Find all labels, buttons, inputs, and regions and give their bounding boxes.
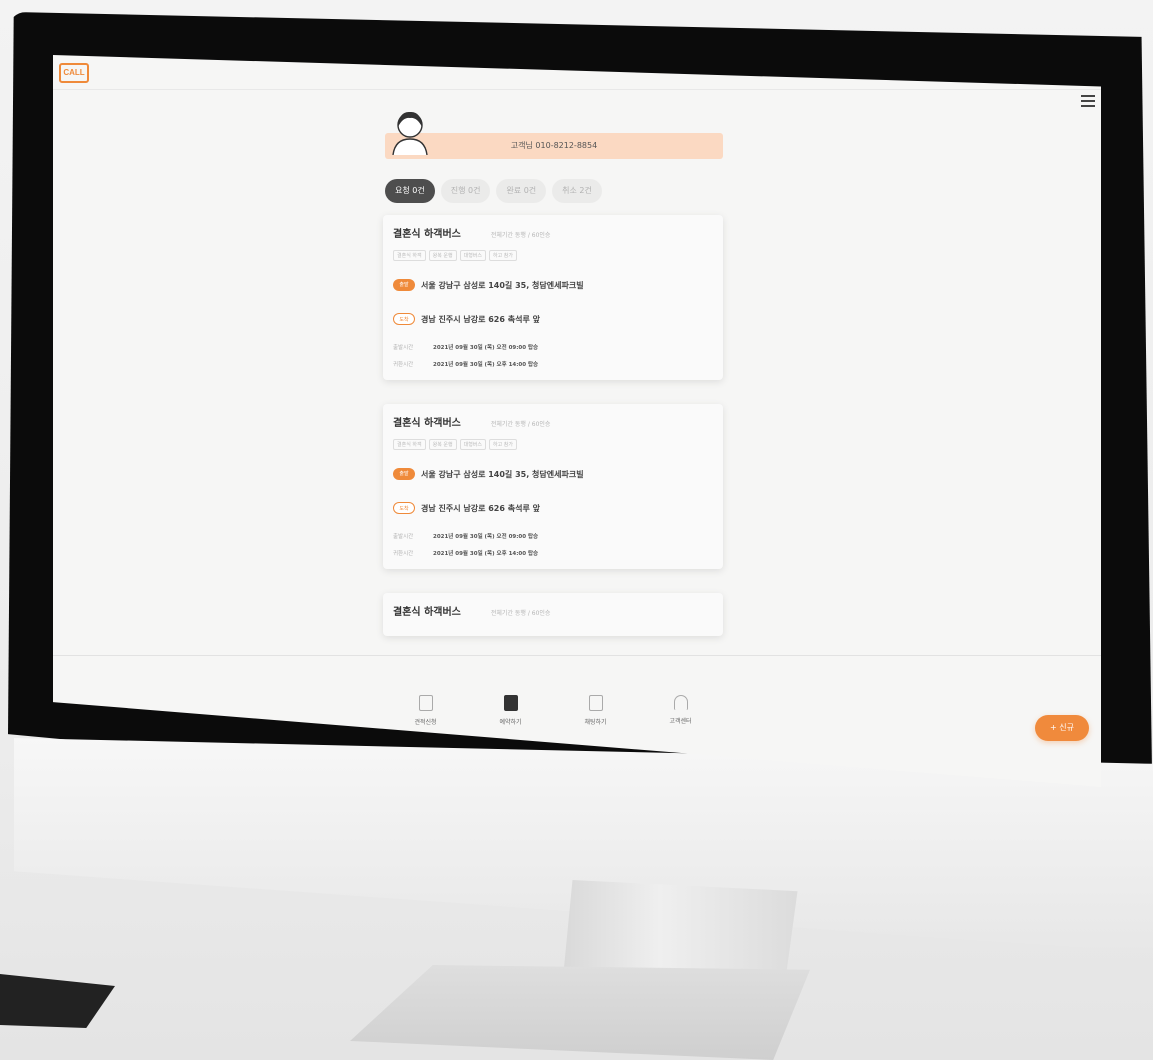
status-tabs: 요청 0건 진행 0건 완료 0건 취소 2건 <box>385 179 728 203</box>
app-screen: CALL 고객님 010-8212-8854 요청 0건 진행 0건 완료 0건… <box>53 55 1101 787</box>
keyboard <box>0 974 115 1028</box>
time-value: 2021년 09월 30일 (목) 오후 14:00 탑승 <box>433 551 539 557</box>
nav-quote[interactable]: 견적신청 <box>391 695 461 726</box>
monitor-stand-base <box>350 965 810 1060</box>
document-icon <box>418 695 433 711</box>
card-tags: 결혼식 하객 왕복 운행 대형버스 하고 참가 <box>393 439 713 450</box>
nav-chat[interactable]: 채팅하기 <box>561 695 631 726</box>
departure-badge: 출발 <box>393 468 415 480</box>
time-value: 2021년 09월 30일 (목) 오전 09:00 탑승 <box>433 345 539 351</box>
chat-icon <box>588 695 603 711</box>
card-subtitle: 전체기간 동행 / 60인승 <box>490 610 551 617</box>
bottom-nav-divider <box>53 655 1101 656</box>
tag: 왕복 운행 <box>428 439 457 450</box>
card-subtitle: 전체기간 동행 / 60인승 <box>490 421 551 428</box>
tag: 하고 참가 <box>489 250 517 261</box>
time-value: 2021년 09월 30일 (목) 오전 09:00 탑승 <box>433 534 539 540</box>
tag: 대형버스 <box>459 250 486 261</box>
time-label: 귀환시간 <box>393 362 414 368</box>
arrival-address: 경남 진주시 남강로 626 촉석루 앞 <box>421 503 540 513</box>
arrival-badge: 도착 <box>393 502 415 514</box>
tab-completed[interactable]: 완료 0건 <box>496 179 547 203</box>
tab-cancelled[interactable]: 취소 2건 <box>552 179 602 203</box>
departure-address: 서울 강남구 삼성로 140길 35, 청담엔세파크빌 <box>421 280 584 290</box>
bottom-nav: 견적신청 예약하기 채팅하기 고객센터 <box>383 695 723 726</box>
card-title: 결혼식 하객버스 <box>393 229 461 240</box>
tag: 결혼식 하객 <box>393 439 426 450</box>
book-icon <box>503 695 518 711</box>
nav-booking[interactable]: 예약하기 <box>476 695 546 726</box>
card-subtitle: 전체기간 동행 / 60인승 <box>490 232 551 239</box>
arrival-address: 경남 진주시 남강로 626 촉석루 앞 <box>421 314 540 324</box>
time-label: 귀환시간 <box>393 551 414 557</box>
profile-header: 고객님 010-8212-8854 <box>383 105 728 165</box>
reservation-card[interactable]: 결혼식 하객버스 전체기간 동행 / 60인승 결혼식 하객 왕복 운행 대형버… <box>383 404 723 569</box>
app-logo[interactable]: CALL <box>59 63 89 83</box>
phone-bar: 고객님 010-8212-8854 <box>385 133 723 159</box>
departure-row: 출발 서울 강남구 삼성로 140길 35, 청담엔세파크빌 <box>393 279 713 291</box>
headset-icon <box>673 695 688 710</box>
header-divider <box>53 89 1101 90</box>
departure-badge: 출발 <box>393 279 415 291</box>
nav-label: 견적신청 <box>414 719 437 726</box>
time-label: 출발시간 <box>393 345 414 351</box>
nav-label: 고객센터 <box>669 718 692 725</box>
departure-row: 출발 서울 강남구 삼성로 140길 35, 청담엔세파크빌 <box>393 468 713 480</box>
card-title: 결혼식 하객버스 <box>393 418 461 429</box>
time-info: 출발시간 2021년 09월 30일 (목) 오전 09:00 탑승 귀환시간 20… <box>393 343 713 368</box>
reservation-card[interactable]: 결혼식 하객버스 전체기간 동행 / 60인승 <box>383 593 723 636</box>
arrival-row: 도착 경남 진주시 남강로 626 촉석루 앞 <box>393 502 713 514</box>
tag: 대형버스 <box>459 439 486 450</box>
nav-label: 예약하기 <box>499 719 522 726</box>
hamburger-menu-icon[interactable] <box>1081 95 1095 107</box>
main-content: 고객님 010-8212-8854 요청 0건 진행 0건 완료 0건 취소 2… <box>383 105 728 636</box>
avatar-icon <box>392 111 428 155</box>
arrival-badge: 도착 <box>393 313 415 325</box>
tag: 왕복 운행 <box>428 250 457 261</box>
tab-request[interactable]: 요청 0건 <box>385 179 435 203</box>
new-request-button[interactable]: + 신규 <box>1035 715 1089 741</box>
card-title: 결혼식 하객버스 <box>393 607 461 618</box>
nav-label: 채팅하기 <box>584 719 607 726</box>
tab-in-progress[interactable]: 진행 0건 <box>440 179 491 203</box>
card-tags: 결혼식 하객 왕복 운행 대형버스 하고 참가 <box>393 250 713 261</box>
tag: 하고 참가 <box>489 439 517 450</box>
nav-support[interactable]: 고객센터 <box>646 695 716 726</box>
tag: 결혼식 하객 <box>393 250 426 261</box>
time-info: 출발시간 2021년 09월 30일 (목) 오전 09:00 탑승 귀환시간 20… <box>393 532 713 557</box>
time-value: 2021년 09월 30일 (목) 오후 14:00 탑승 <box>433 362 539 368</box>
arrival-row: 도착 경남 진주시 남강로 626 촉석루 앞 <box>393 313 713 325</box>
time-label: 출발시간 <box>393 534 414 540</box>
departure-address: 서울 강남구 삼성로 140길 35, 청담엔세파크빌 <box>421 469 584 479</box>
reservation-card[interactable]: 결혼식 하객버스 전체기간 동행 / 60인승 결혼식 하객 왕복 운행 대형버… <box>383 215 723 380</box>
